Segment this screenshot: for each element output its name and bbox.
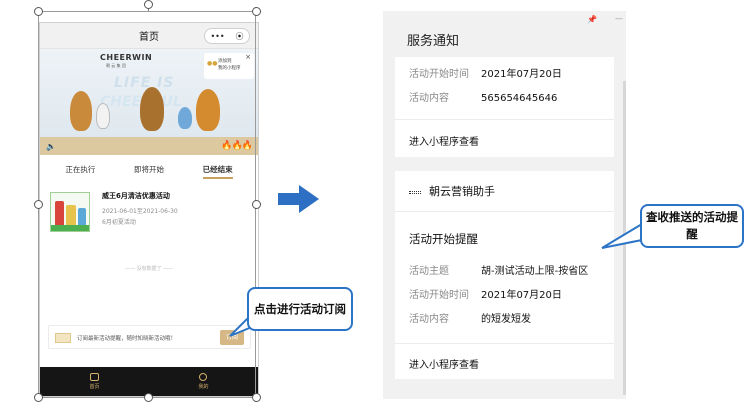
card1-row: 活动开始时间 2021年07月20日	[409, 65, 562, 80]
card2-row: 活动内容 的短发短发	[409, 310, 531, 325]
window-title: 服务通知	[407, 34, 460, 49]
notification-title: 活动开始提醒	[409, 232, 478, 246]
card1-value: 565654645646	[481, 93, 558, 104]
account-name: 朝云营销助手	[409, 183, 495, 199]
divider	[395, 119, 614, 120]
pin-icon[interactable]: 📌	[587, 15, 597, 24]
divider	[395, 343, 614, 344]
open-miniprogram-link[interactable]: 进入小程序查看	[409, 356, 479, 371]
open-miniprogram-link[interactable]: 进入小程序查看	[409, 133, 479, 148]
service-notification-window: 服务通知 📌 — 活动开始时间 2021年07月20日 活动内容 565654645…	[383, 11, 626, 399]
minimize-icon[interactable]: —	[615, 14, 623, 23]
resize-handle[interactable]	[144, 393, 153, 402]
divider	[395, 211, 614, 212]
callout-receive: 查收推送的活动提醒	[640, 204, 744, 248]
arrow-right	[278, 193, 300, 205]
card2-key: 活动主题	[409, 266, 449, 277]
card2-row: 活动开始时间 2021年07月20日	[409, 286, 562, 301]
card1-value: 2021年07月20日	[481, 69, 562, 80]
callout-pointer-right	[601, 222, 643, 249]
card1-key: 活动内容	[409, 93, 449, 104]
card2-key: 活动开始时间	[409, 290, 469, 301]
card2-value: 2021年07月20日	[481, 290, 562, 301]
card2-value: 的短发短发	[481, 314, 531, 325]
resize-handle[interactable]	[34, 393, 43, 402]
resize-handle[interactable]	[252, 7, 261, 16]
selection-frame	[38, 11, 256, 398]
notification-card-1: 活动开始时间 2021年07月20日 活动内容 565654645646 进入小程序…	[395, 57, 614, 157]
card2-row: 活动主题 胡-测试活动上限-按省区	[409, 262, 588, 277]
account-icon	[409, 190, 421, 194]
card2-value: 胡-测试活动上限-按省区	[481, 266, 589, 277]
resize-handle[interactable]	[252, 200, 261, 209]
rotate-handle[interactable]	[144, 0, 153, 9]
resize-handle[interactable]	[34, 7, 43, 16]
resize-handle[interactable]	[252, 393, 261, 402]
arrow-right-head	[299, 185, 319, 213]
account-name-label: 朝云营销助手	[429, 185, 495, 198]
card2-key: 活动内容	[409, 314, 449, 325]
callout-subscribe: 点击进行活动订阅	[247, 287, 353, 331]
card1-row: 活动内容 565654645646	[409, 89, 557, 104]
resize-handle[interactable]	[34, 200, 43, 209]
notification-card-2: 朝云营销助手 活动开始提醒 活动主题 胡-测试活动上限-按省区 活动开始时间 202…	[395, 171, 614, 379]
card1-key: 活动开始时间	[409, 69, 469, 80]
